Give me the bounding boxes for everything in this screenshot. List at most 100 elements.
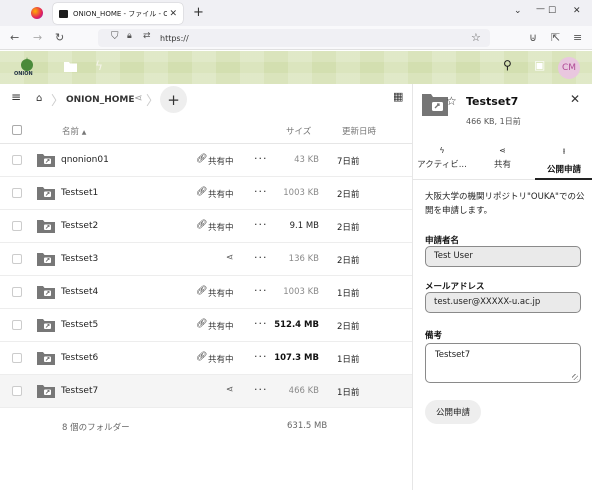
table-row[interactable]: Testset5 🔗︎ 共有中 ··· 512.4 MB 2日前: [0, 309, 412, 342]
share-status[interactable]: 共有中: [208, 287, 234, 299]
lock-icon[interactable]: 🔒︎: [127, 31, 132, 41]
email-label: メールアドレス: [425, 282, 485, 292]
close-window-button[interactable]: ✕: [573, 6, 581, 16]
favorite-star-icon[interactable]: ☆: [446, 94, 457, 108]
file-size: 43 KB: [294, 155, 319, 165]
extensions-icon[interactable]: ⇱: [551, 31, 560, 44]
applicant-field[interactable]: Test User: [425, 246, 581, 267]
link-icon[interactable]: 🔗︎: [196, 187, 207, 197]
share-status[interactable]: 共有中: [208, 320, 234, 332]
firefox-logo-icon[interactable]: [31, 7, 43, 19]
file-name[interactable]: Testset3: [61, 254, 98, 264]
link-icon[interactable]: 🔗︎: [196, 319, 207, 329]
breadcrumb-folder[interactable]: ONION_HOME: [66, 95, 135, 105]
row-checkbox[interactable]: [12, 155, 22, 165]
row-checkbox[interactable]: [12, 386, 22, 396]
share-status[interactable]: 共有中: [208, 353, 234, 365]
close-sidebar-icon[interactable]: ✕: [570, 92, 580, 106]
header-modified[interactable]: 更新日時: [342, 125, 376, 137]
more-actions-icon[interactable]: ···: [254, 251, 268, 264]
app-header: ONION ϟ ⚲ ▣ CM: [0, 51, 592, 84]
file-size: 107.3 MB: [274, 353, 319, 363]
file-name[interactable]: Testset2: [61, 221, 98, 231]
share-status[interactable]: 共有中: [208, 155, 234, 167]
tab-publish-request[interactable]: ⭱ 公開申請: [535, 140, 592, 180]
share-icon[interactable]: ⋖: [134, 93, 142, 104]
table-row[interactable]: Testset1 🔗︎ 共有中 ··· 1003 KB 2日前: [0, 177, 412, 210]
link-icon[interactable]: 🔗︎: [196, 352, 207, 362]
folder-share-icon: [37, 220, 55, 233]
browser-tab[interactable]: ONION_HOME - ファイル - ONION ✕: [53, 3, 183, 24]
link-icon[interactable]: 🔗︎: [196, 220, 207, 230]
header-size[interactable]: サイズ: [286, 125, 311, 137]
file-name[interactable]: Testset4: [61, 287, 98, 297]
row-checkbox[interactable]: [12, 320, 22, 330]
select-all-checkbox[interactable]: [12, 125, 22, 135]
url-bar[interactable]: ⛉ 🔒︎ ⇄ https:// ☆: [98, 29, 490, 47]
table-row[interactable]: Testset7 ⋖ ··· 466 KB 1日前: [0, 375, 412, 408]
tab-share[interactable]: ⋖ 共有: [475, 140, 530, 180]
home-icon[interactable]: ⌂: [36, 93, 42, 104]
share-status[interactable]: 共有中: [208, 188, 234, 200]
activity-app-icon[interactable]: ϟ: [95, 59, 103, 73]
row-checkbox[interactable]: [12, 188, 22, 198]
more-actions-icon[interactable]: ···: [254, 284, 268, 297]
share-icon: ⋖: [499, 146, 506, 155]
tab-activity[interactable]: ϟ アクティビ...: [413, 140, 471, 180]
bookmark-star-icon[interactable]: ☆: [471, 31, 481, 44]
file-name[interactable]: Testset5: [61, 320, 98, 330]
table-row[interactable]: Testset2 🔗︎ 共有中 ··· 9.1 MB 2日前: [0, 210, 412, 243]
file-name[interactable]: qnonion01: [61, 155, 109, 165]
browser-tabbar: ONION_HOME - ファイル - ONION ✕ + ⌄ — ☐ ✕: [0, 0, 592, 26]
back-icon[interactable]: ←: [10, 31, 19, 44]
maximize-button[interactable]: ☐: [548, 6, 556, 16]
row-checkbox[interactable]: [12, 254, 22, 264]
more-actions-icon[interactable]: ···: [254, 383, 268, 396]
grid-view-icon[interactable]: ▦: [393, 90, 403, 103]
avatar[interactable]: CM: [558, 57, 580, 79]
file-name[interactable]: Testset7: [61, 386, 98, 396]
file-size: 136 KB: [288, 254, 319, 264]
contacts-icon[interactable]: ▣: [534, 58, 545, 72]
file-name[interactable]: Testset1: [61, 188, 98, 198]
minimize-button[interactable]: —: [536, 4, 545, 14]
share-status[interactable]: 共有中: [208, 221, 234, 233]
forward-icon[interactable]: →: [33, 31, 42, 44]
file-size: 1003 KB: [283, 287, 319, 297]
more-actions-icon[interactable]: ···: [254, 317, 268, 330]
table-row[interactable]: qnonion01 🔗︎ 共有中 ··· 43 KB 7日前: [0, 144, 412, 177]
close-tab-icon[interactable]: ✕: [169, 9, 177, 19]
file-name[interactable]: Testset6: [61, 353, 98, 363]
more-actions-icon[interactable]: ···: [254, 185, 268, 198]
file-size: 9.1 MB: [289, 221, 319, 231]
more-actions-icon[interactable]: ···: [254, 218, 268, 231]
header-name[interactable]: 名前 ▲: [62, 125, 86, 137]
share-icon[interactable]: ⋖: [226, 253, 234, 263]
browser-navbar: ← → ↻ ⛉ 🔒︎ ⇄ https:// ☆ ⊍ ⇱ ≡: [0, 26, 592, 50]
more-actions-icon[interactable]: ···: [254, 350, 268, 363]
more-actions-icon[interactable]: ···: [254, 152, 268, 165]
permissions-icon[interactable]: ⇄: [143, 31, 151, 41]
notes-textarea[interactable]: Testset7: [425, 343, 581, 383]
table-row[interactable]: Testset6 🔗︎ 共有中 ··· 107.3 MB 1日前: [0, 342, 412, 375]
navigation-menu-icon[interactable]: ≡: [11, 90, 21, 104]
new-tab-button[interactable]: +: [193, 5, 204, 20]
publish-request-button[interactable]: 公開申請: [425, 400, 481, 424]
link-icon[interactable]: 🔗︎: [196, 286, 207, 296]
email-field[interactable]: test.user@XXXXX-u.ac.jp: [425, 292, 581, 313]
shield-icon[interactable]: ⛉: [111, 31, 119, 42]
row-checkbox[interactable]: [12, 353, 22, 363]
chevron-down-icon[interactable]: ⌄: [514, 6, 522, 16]
table-row[interactable]: Testset4 🔗︎ 共有中 ··· 1003 KB 1日前: [0, 276, 412, 309]
search-icon[interactable]: ⚲: [503, 58, 512, 72]
files-app-icon[interactable]: [64, 61, 77, 72]
reload-icon[interactable]: ↻: [55, 31, 64, 44]
menu-icon[interactable]: ≡: [573, 31, 582, 44]
share-icon[interactable]: ⋖: [226, 385, 234, 395]
table-row[interactable]: Testset3 ⋖ ··· 136 KB 2日前: [0, 243, 412, 276]
pocket-icon[interactable]: ⊍: [529, 31, 537, 44]
add-new-button[interactable]: +: [160, 86, 187, 113]
link-icon[interactable]: 🔗︎: [196, 154, 207, 164]
row-checkbox[interactable]: [12, 287, 22, 297]
row-checkbox[interactable]: [12, 221, 22, 231]
